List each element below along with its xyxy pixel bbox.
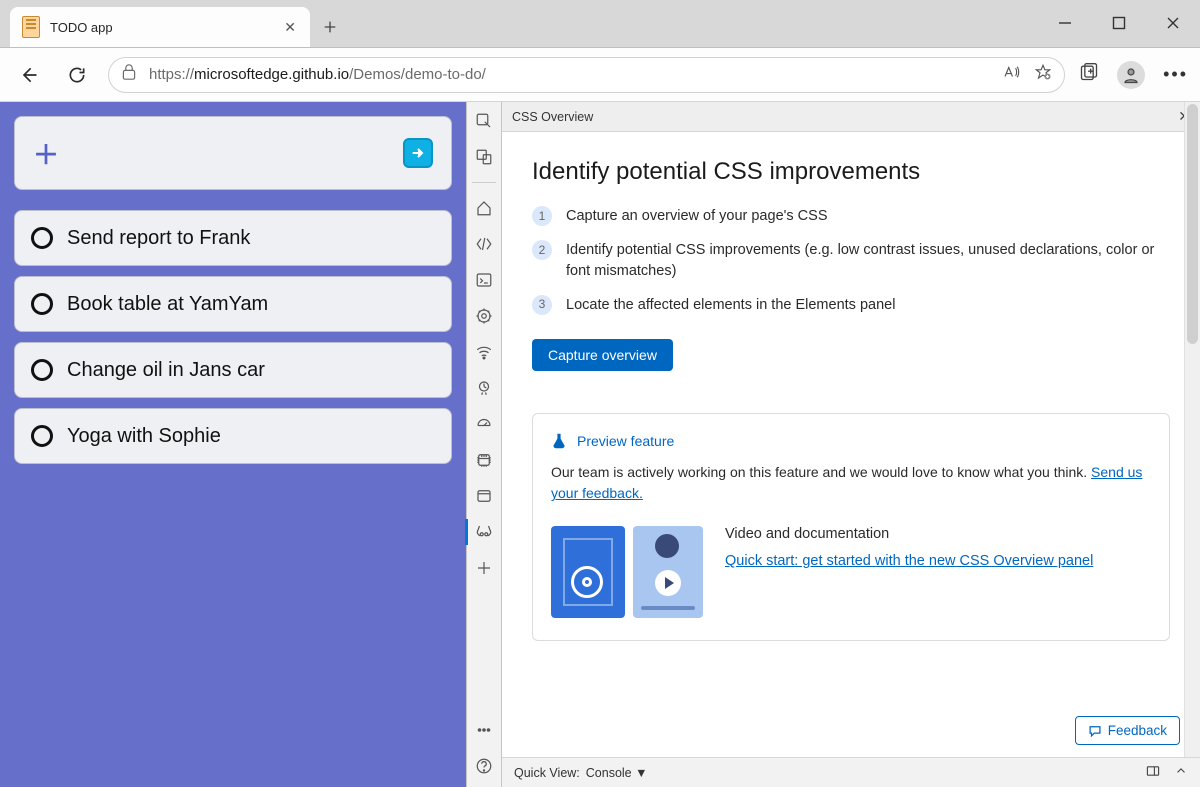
preview-text: Our team is actively working on this fea… <box>551 462 1151 504</box>
todo-app: ＋ Send report to Frank Book table at Yam… <box>0 102 466 787</box>
url-text: https://microsoftedge.github.io/Demos/de… <box>149 66 486 83</box>
performance-tab-icon[interactable] <box>471 375 497 401</box>
application-tab-icon[interactable] <box>471 447 497 473</box>
inspect-icon[interactable] <box>471 108 497 134</box>
todo-text: Book table at YamYam <box>67 293 268 316</box>
dock-icon[interactable] <box>1146 764 1160 781</box>
panel-header: CSS Overview ✕ <box>502 102 1200 132</box>
step-number: 2 <box>532 240 552 260</box>
panel-heading: Identify potential CSS improvements <box>532 158 1170 186</box>
todo-text: Send report to Frank <box>67 227 250 250</box>
capture-overview-button[interactable]: Capture overview <box>532 339 673 371</box>
steps-list: 1Capture an overview of your page's CSS … <box>532 206 1170 315</box>
panel-body: Identify potential CSS improvements 1 Cap… <box>502 132 1200 757</box>
todo-checkbox-icon[interactable] <box>31 227 53 249</box>
step-text: Capture an overview of your page's CSS <box>566 206 828 226</box>
todo-item[interactable]: Book table at YamYam <box>14 276 452 332</box>
step-text: Locate the affected elements in the Elem… <box>566 295 895 315</box>
window-close-button[interactable] <box>1146 0 1200 47</box>
more-tools-icon[interactable] <box>471 555 497 581</box>
favorite-icon[interactable] <box>1034 63 1052 86</box>
media-title: Video and documentation <box>725 526 1151 542</box>
todo-checkbox-icon[interactable] <box>31 293 53 315</box>
add-todo-card[interactable]: ＋ <box>14 116 452 190</box>
plus-icon: ＋ <box>33 135 59 172</box>
step-item: 3 Locate the affected elements in the Ele… <box>532 295 1170 315</box>
help-icon[interactable] <box>471 753 497 779</box>
todo-list: Send report to Frank Book table at YamYa… <box>14 210 452 464</box>
address-bar[interactable]: https://microsoftedge.github.io/Demos/de… <box>108 57 1065 93</box>
tab-title: TODO app <box>50 20 274 35</box>
browser-tab[interactable]: TODO app ✕ <box>10 7 310 47</box>
tab-favicon-icon <box>22 16 40 38</box>
browser-toolbar: https://microsoftedge.github.io/Demos/de… <box>0 48 1200 102</box>
welcome-tab-icon[interactable] <box>471 195 497 221</box>
submit-todo-button[interactable] <box>403 138 433 168</box>
feedback-button[interactable]: Feedback <box>1075 716 1180 745</box>
titlebar: TODO app ✕ <box>0 0 1200 48</box>
todo-item[interactable]: Yoga with Sophie <box>14 408 452 464</box>
doc-thumbnail-icon <box>551 526 625 618</box>
media-thumbnails <box>551 526 703 618</box>
devtools-activity-bar <box>466 102 502 787</box>
quickview-label: Quick View: <box>514 766 580 780</box>
sources-tab-icon[interactable] <box>471 303 497 329</box>
elements-tab-icon[interactable] <box>471 231 497 257</box>
todo-text: Yoga with Sophie <box>67 425 221 448</box>
step-number: 1 <box>532 206 552 226</box>
lock-icon <box>121 63 137 86</box>
todo-item[interactable]: Send report to Frank <box>14 210 452 266</box>
preview-title: Preview feature <box>577 433 674 449</box>
collections-icon[interactable] <box>1079 62 1099 87</box>
preview-card: Preview feature Our team is actively wor… <box>532 413 1170 641</box>
todo-item[interactable]: Change oil in Jans car <box>14 342 452 398</box>
new-tab-button[interactable] <box>310 7 350 47</box>
quickview-bar: Quick View: Console ▼ <box>502 757 1200 787</box>
step-number: 3 <box>532 295 552 315</box>
devtools-panel: CSS Overview ✕ Identify potential CSS im… <box>502 102 1200 787</box>
read-aloud-icon[interactable] <box>1002 63 1020 86</box>
flask-icon <box>551 432 567 450</box>
window-minimize-button[interactable] <box>1038 0 1092 47</box>
reload-button[interactable] <box>60 58 94 92</box>
video-thumbnail-icon <box>633 526 703 618</box>
todo-text: Change oil in Jans car <box>67 359 265 382</box>
panel-title: CSS Overview <box>512 110 593 124</box>
step-text: Identify potential CSS improvements (e.g… <box>566 240 1170 281</box>
profile-avatar[interactable] <box>1117 61 1145 89</box>
step-item: 2 Identify potential CSS improvements (e.… <box>532 240 1170 281</box>
tab-close-icon[interactable]: ✕ <box>284 19 296 36</box>
quickstart-link[interactable]: Quick start: get started with the new CS… <box>725 553 1093 569</box>
todo-checkbox-icon[interactable] <box>31 359 53 381</box>
step-item: 1 Capture an overview of your page's CSS <box>532 206 1170 226</box>
todo-checkbox-icon[interactable] <box>31 425 53 447</box>
console-tab-icon[interactable] <box>471 267 497 293</box>
security-tab-icon[interactable] <box>471 483 497 509</box>
media-row: Video and documentation Quick start: get… <box>551 526 1151 618</box>
window-maximize-button[interactable] <box>1092 0 1146 47</box>
memory-tab-icon[interactable] <box>471 411 497 437</box>
css-overview-tab-icon[interactable] <box>471 519 497 545</box>
back-button[interactable] <box>12 58 46 92</box>
window-controls <box>1038 0 1200 47</box>
menu-button[interactable]: ••• <box>1163 64 1188 85</box>
expand-icon[interactable] <box>1174 764 1188 781</box>
network-tab-icon[interactable] <box>471 339 497 365</box>
device-emulation-icon[interactable] <box>471 144 497 170</box>
quickview-selector[interactable]: Console ▼ <box>586 766 648 780</box>
more-icon[interactable] <box>471 717 497 743</box>
